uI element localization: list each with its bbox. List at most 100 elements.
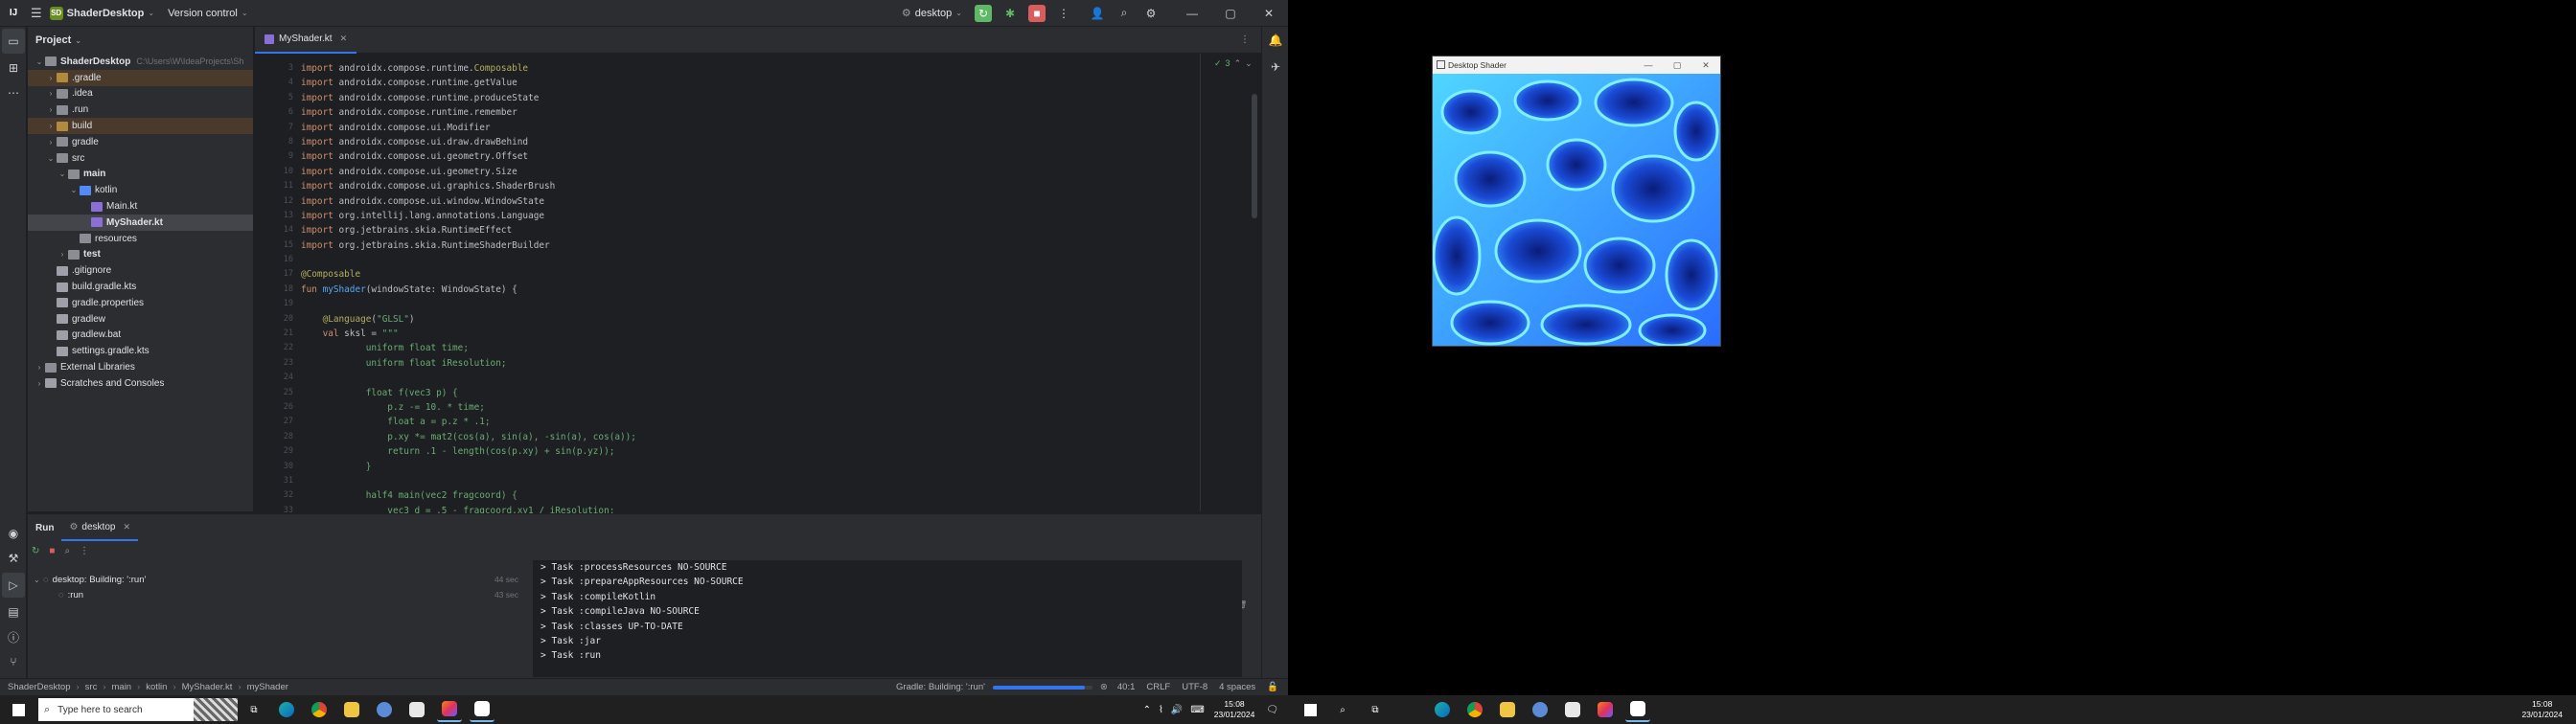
- notification-center-icon[interactable]: 🗨: [1266, 705, 1278, 715]
- more-tools-icon[interactable]: ⋯: [0, 80, 27, 105]
- cancel-build-icon[interactable]: ⊗: [1100, 682, 1108, 692]
- build-console[interactable]: > Task :processResources NO-SOURCE > Task…: [533, 560, 1242, 677]
- build-status[interactable]: Gradle: Building: ':run': [896, 682, 985, 692]
- edge-browser-icon[interactable]: [274, 697, 299, 722]
- settings-gear-icon[interactable]: ⚙: [1142, 5, 1160, 22]
- services-tool-icon[interactable]: ◉: [0, 521, 27, 546]
- taskbar-clock[interactable]: 15:08 23/01/2024: [2521, 699, 2563, 720]
- minimize-icon[interactable]: —: [1634, 57, 1663, 74]
- collaborate-icon[interactable]: 👤: [1089, 5, 1106, 22]
- maximize-icon[interactable]: ▢: [1663, 57, 1691, 74]
- chrome-browser-icon[interactable]: [1462, 697, 1487, 722]
- project-tree-item[interactable]: gradlew: [28, 311, 253, 328]
- vertical-scrollbar[interactable]: [1252, 94, 1257, 218]
- project-tree-item[interactable]: .gitignore: [28, 262, 253, 279]
- breadcrumb-item[interactable]: main: [112, 682, 132, 692]
- file-explorer-icon[interactable]: [1495, 697, 1520, 722]
- project-tree-item[interactable]: gradle.properties: [28, 295, 253, 311]
- stop-icon[interactable]: ■: [49, 546, 55, 556]
- tray-chevron-icon[interactable]: ⌃: [1143, 705, 1151, 715]
- main-menu-icon[interactable]: ☰: [27, 0, 46, 27]
- run-config-selector[interactable]: ⚙ desktop ⌄: [898, 0, 966, 27]
- more-actions-icon[interactable]: ⋮: [1055, 5, 1072, 22]
- search-icon[interactable]: ⌕: [1330, 697, 1355, 722]
- vcs-widget[interactable]: Version control ⌄: [164, 0, 251, 27]
- indent-setting[interactable]: 4 spaces: [1219, 682, 1255, 692]
- run-tree-row[interactable]: ⌄ ◌ desktop: Building: ':run' 44 sec: [28, 572, 526, 587]
- chevron-right-icon[interactable]: ›: [45, 138, 57, 147]
- notepad-icon[interactable]: [1560, 697, 1585, 722]
- problems-tool-icon[interactable]: ⓘ: [0, 624, 27, 649]
- keyboard-icon[interactable]: ⌨: [1190, 705, 1204, 715]
- caret-position[interactable]: 40:1: [1117, 682, 1136, 692]
- chrome-browser-icon[interactable]: [307, 697, 332, 722]
- inspect-icon[interactable]: ⌕: [64, 546, 70, 556]
- notepad-icon[interactable]: [404, 697, 429, 722]
- chevron-right-icon[interactable]: ›: [34, 379, 45, 388]
- line-separator[interactable]: CRLF: [1146, 682, 1170, 692]
- stop-button[interactable]: ■: [1028, 4, 1046, 22]
- intellij-app-icon[interactable]: [437, 697, 462, 722]
- debug-button[interactable]: ✱: [1001, 5, 1019, 22]
- edge-browser-icon[interactable]: [1430, 697, 1455, 722]
- run-tree-row[interactable]: ◌ :run 43 sec: [28, 587, 526, 602]
- chevron-down-icon[interactable]: ⌄: [68, 186, 80, 194]
- settings-app-icon[interactable]: [1528, 697, 1552, 722]
- close-icon[interactable]: ✕: [1254, 5, 1283, 22]
- wifi-icon[interactable]: ⌇: [1159, 705, 1163, 715]
- project-tree-item[interactable]: Main.kt: [28, 198, 253, 215]
- close-tab-icon[interactable]: ✕: [340, 34, 348, 44]
- project-tree-item[interactable]: ⌄ main: [28, 167, 253, 183]
- terminal-tool-icon[interactable]: ▤: [0, 600, 27, 624]
- project-tree-item[interactable]: settings.gradle.kts: [28, 343, 253, 359]
- chevron-right-icon[interactable]: ›: [34, 363, 45, 372]
- chevron-down-icon[interactable]: ⌄: [45, 154, 57, 163]
- project-switcher[interactable]: SD ShaderDesktop ⌄: [46, 0, 158, 27]
- chevron-up-icon[interactable]: ⌃: [1234, 58, 1242, 69]
- intellij-app-icon[interactable]: [1593, 697, 1618, 722]
- structure-tool-icon[interactable]: ⊞: [0, 56, 27, 80]
- project-tree-item[interactable]: › .gradle: [28, 69, 253, 86]
- project-tree-item[interactable]: ⌄ src: [28, 150, 253, 167]
- inspection-widget[interactable]: ✓ 3 ⌃ ⌄: [1214, 58, 1253, 69]
- close-tab-icon[interactable]: ✕: [123, 522, 130, 532]
- rerun-icon[interactable]: ↻: [32, 546, 39, 556]
- project-tree-item[interactable]: › .run: [28, 102, 253, 118]
- project-panel-header[interactable]: Project ⌄: [28, 27, 253, 54]
- search-icon[interactable]: ⌕: [1116, 5, 1133, 22]
- task-view-icon[interactable]: ⧉: [1363, 697, 1388, 722]
- chevron-right-icon[interactable]: ›: [45, 74, 57, 82]
- project-tree-item[interactable]: › build: [28, 118, 253, 134]
- taskbar-clock[interactable]: 15:08 23/01/2024: [1214, 699, 1255, 720]
- project-tree-item[interactable]: resources: [28, 231, 253, 247]
- project-tool-icon[interactable]: ▭: [2, 29, 25, 54]
- taskbar-search[interactable]: ⌕ Type here to search: [38, 698, 238, 721]
- tab-desktop[interactable]: ⚙ desktop ✕: [61, 514, 138, 541]
- project-tree-item[interactable]: › .idea: [28, 86, 253, 102]
- ide-logo-icon[interactable]: IJ: [0, 0, 27, 27]
- project-tree-item[interactable]: MyShader.kt: [28, 214, 253, 231]
- breadcrumb-item[interactable]: myShader: [247, 682, 288, 692]
- chevron-right-icon[interactable]: ›: [57, 250, 68, 259]
- shader-canvas[interactable]: [1433, 74, 1720, 346]
- volume-icon[interactable]: 🔊: [1171, 705, 1183, 715]
- project-tree-item[interactable]: build.gradle.kts: [28, 279, 253, 295]
- run-tool-icon[interactable]: ▷: [2, 573, 25, 598]
- project-tree-item[interactable]: ⌄ ShaderDesktop C:\Users\W\IdeaProjects\Sh: [28, 54, 253, 70]
- project-tree-item[interactable]: gradlew.bat: [28, 328, 253, 344]
- task-view-icon[interactable]: ⧉: [242, 697, 266, 722]
- lock-icon[interactable]: 🔓: [1267, 682, 1278, 692]
- java-app-icon[interactable]: [470, 697, 494, 722]
- project-tree-item[interactable]: › Scratches and Consoles: [28, 375, 253, 392]
- code-area[interactable]: import androidx.compose.runtime.Composab…: [301, 61, 1202, 540]
- breadcrumb-item[interactable]: kotlin: [146, 682, 167, 692]
- chevron-down-icon[interactable]: ⌄: [1245, 58, 1253, 69]
- project-tree-item[interactable]: › test: [28, 247, 253, 263]
- more-options-icon[interactable]: ⋮: [80, 546, 89, 556]
- windows-start-icon[interactable]: [1298, 697, 1322, 722]
- breadcrumb-item[interactable]: src: [85, 682, 98, 692]
- project-tree-item[interactable]: ⌄ kotlin: [28, 182, 253, 198]
- windows-start-icon[interactable]: [6, 697, 31, 722]
- chevron-right-icon[interactable]: ›: [45, 105, 57, 114]
- breadcrumb-item[interactable]: ShaderDesktop: [8, 682, 70, 692]
